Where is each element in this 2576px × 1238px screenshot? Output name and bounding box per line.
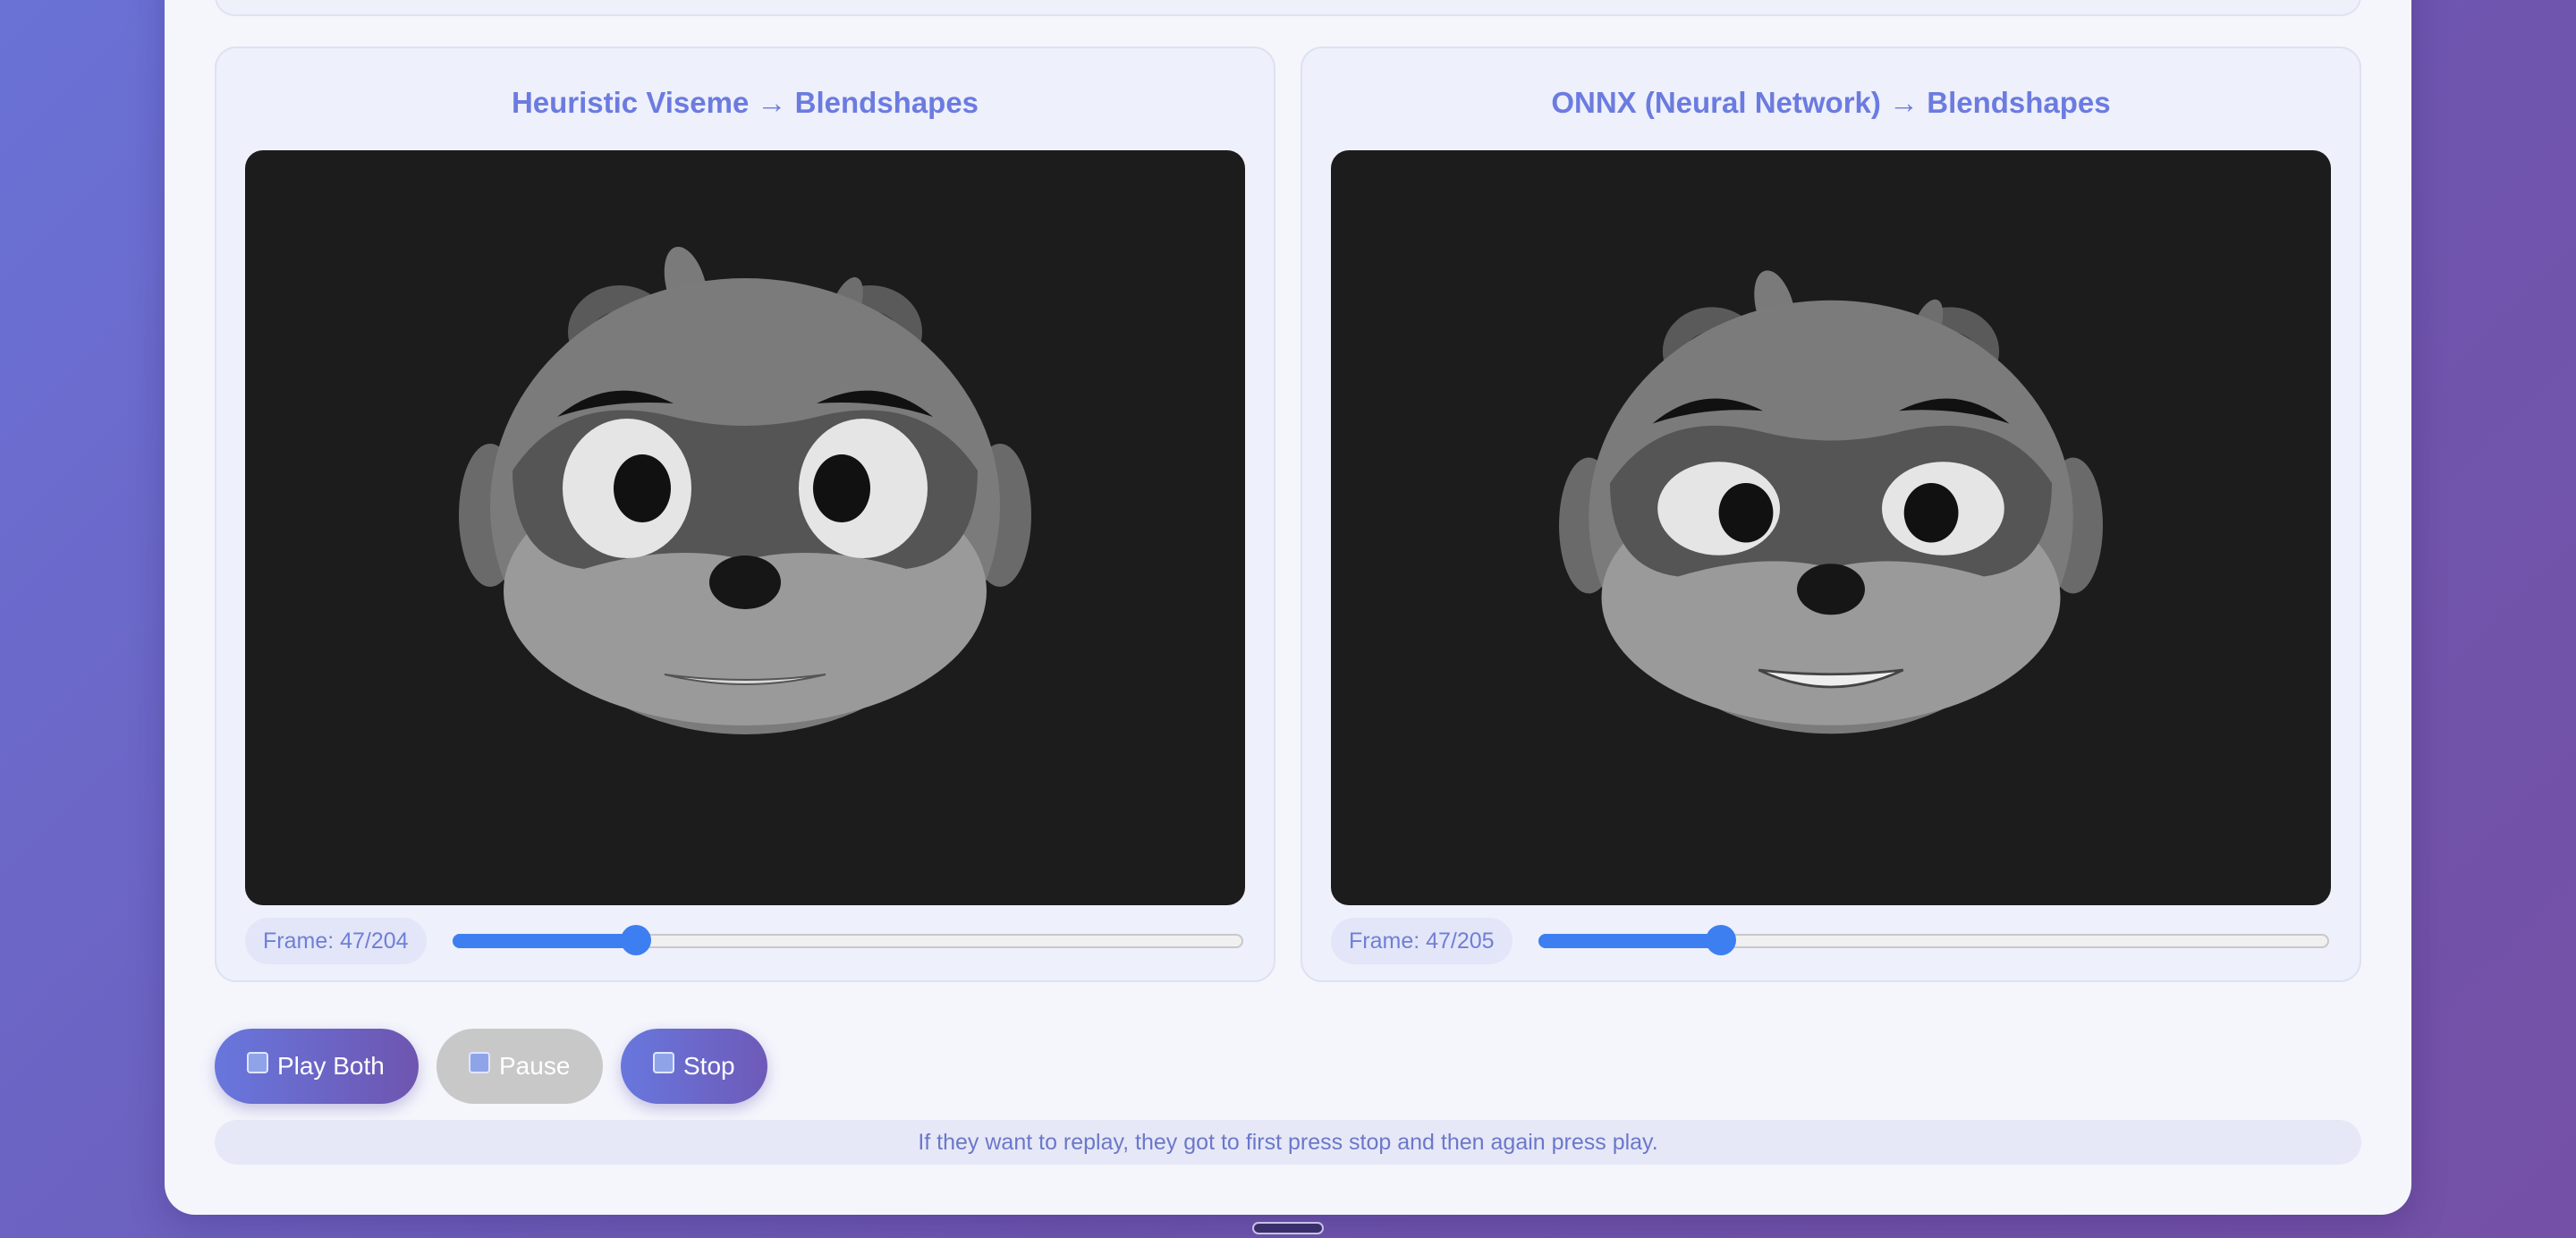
home-indicator: [1252, 1222, 1324, 1234]
slider-handle[interactable]: [621, 925, 651, 955]
play-label: Play Both: [277, 1052, 385, 1080]
stop-icon: [653, 1052, 674, 1073]
avatar-viewport[interactable]: [1331, 150, 2331, 905]
pause-label: Pause: [499, 1052, 571, 1080]
panel-title: Heuristic Viseme → Blendshapes: [511, 86, 979, 119]
frame-counter: Frame: 47/205: [1331, 918, 1513, 964]
onnx-panel: ONNX (Neural Network) → Blendshapes Fram…: [1301, 47, 2361, 982]
avatar-viewport[interactable]: [245, 150, 1245, 905]
frame-slider[interactable]: [1538, 925, 2329, 955]
frame-counter: Frame: 47/204: [245, 918, 427, 964]
main-card: Heuristic Viseme → Blendshapes Frame: 47…: [165, 0, 2411, 1215]
raccoon-avatar: [1559, 270, 2103, 734]
stop-button[interactable]: Stop: [621, 1029, 767, 1104]
replay-hint: If they want to replay, they got to firs…: [215, 1120, 2361, 1165]
panel-title: ONNX (Neural Network) → Blendshapes: [1551, 86, 2111, 119]
stop-label: Stop: [683, 1052, 735, 1080]
pause-button[interactable]: Pause: [436, 1029, 603, 1104]
slider-fill: [453, 934, 636, 948]
top-section-edge: [215, 0, 2361, 16]
play-both-button[interactable]: Play Both: [215, 1029, 419, 1104]
pause-icon: [469, 1052, 490, 1073]
play-icon: [247, 1052, 268, 1073]
slider-fill: [1538, 934, 1721, 948]
slider-handle[interactable]: [1706, 925, 1736, 955]
raccoon-avatar: [459, 246, 1031, 734]
frame-slider[interactable]: [453, 925, 1243, 955]
heuristic-panel: Heuristic Viseme → Blendshapes Frame: 47…: [215, 47, 1275, 982]
